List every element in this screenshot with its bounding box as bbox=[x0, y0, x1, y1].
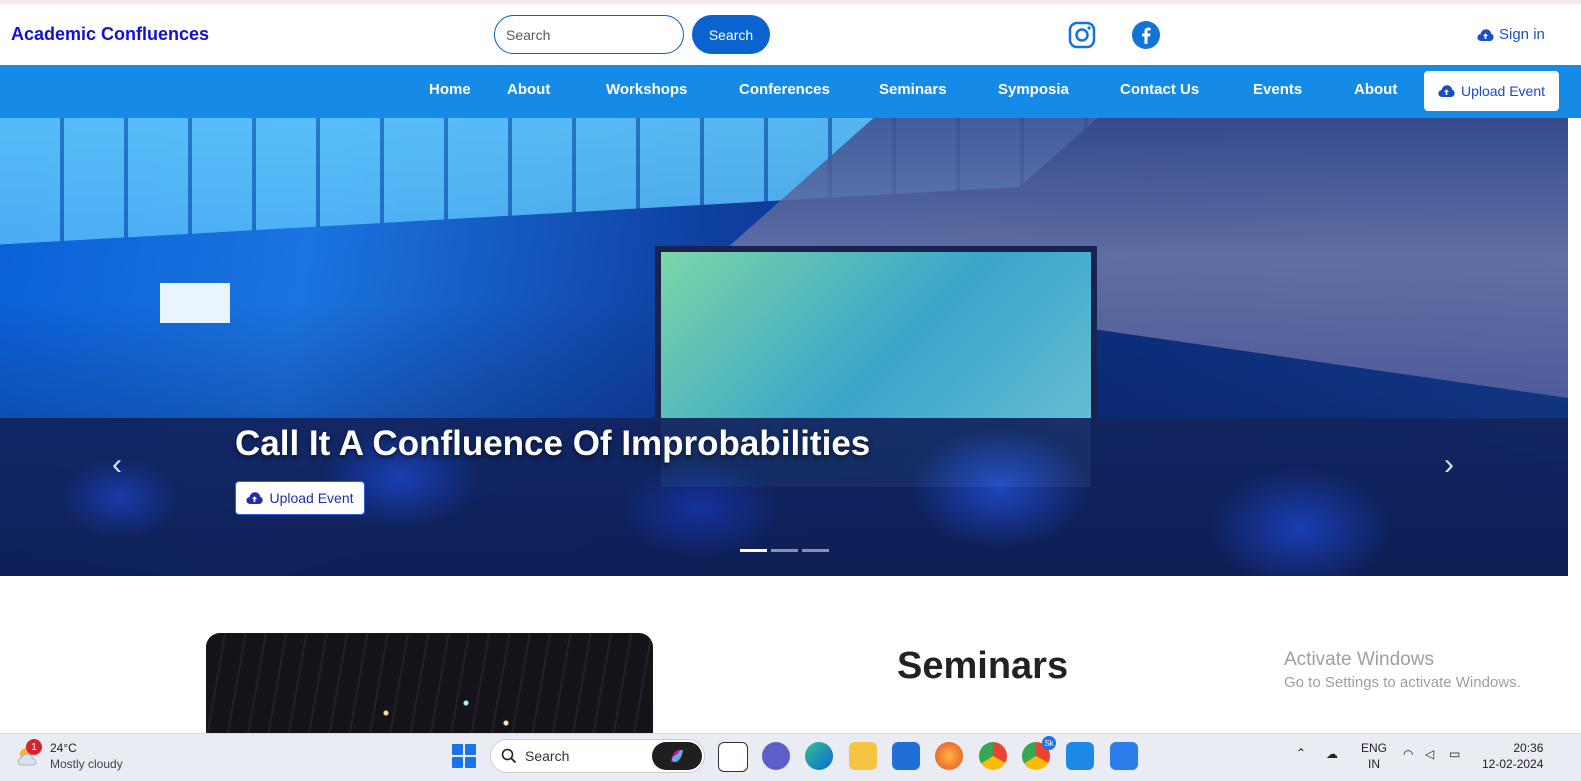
weather-desc: Mostly cloudy bbox=[50, 757, 123, 771]
weather-badge: 1 bbox=[26, 739, 42, 755]
cloud-upload-icon bbox=[1438, 85, 1455, 97]
store-icon[interactable] bbox=[892, 742, 920, 770]
weather-widget[interactable]: 1 24°C Mostly cloudy bbox=[16, 739, 123, 772]
firefox-icon[interactable] bbox=[935, 742, 963, 770]
nav-conferences[interactable]: Conferences bbox=[739, 81, 830, 98]
weather-temp: 24°C bbox=[50, 741, 77, 755]
sign-in-link[interactable]: Sign in bbox=[1477, 26, 1545, 43]
vscode-icon[interactable] bbox=[1066, 742, 1094, 770]
nav-workshops[interactable]: Workshops bbox=[606, 81, 687, 98]
instagram-icon[interactable] bbox=[1067, 20, 1097, 50]
nav-about[interactable]: About bbox=[507, 81, 550, 98]
nav-about-2[interactable]: About bbox=[1354, 81, 1397, 98]
region-code: IN bbox=[1368, 757, 1380, 771]
chrome-profile-icon[interactable]: Sk bbox=[1022, 736, 1056, 770]
start-button[interactable] bbox=[452, 744, 476, 768]
system-clock[interactable]: 20:36 12-02-2024 bbox=[1482, 740, 1543, 772]
carousel-indicator[interactable] bbox=[802, 549, 829, 552]
nav-events[interactable]: Events bbox=[1253, 81, 1302, 98]
search-button[interactable]: Search bbox=[692, 15, 770, 54]
nav-seminars[interactable]: Seminars bbox=[879, 81, 947, 98]
watermark-line-2: Go to Settings to activate Windows. bbox=[1284, 674, 1521, 691]
nav-upload-event-button[interactable]: Upload Event bbox=[1424, 71, 1559, 111]
watermark-line-1: Activate Windows bbox=[1284, 649, 1434, 670]
language-indicator[interactable]: ENG IN bbox=[1361, 740, 1387, 772]
cloud-upload-icon bbox=[1477, 28, 1494, 41]
wifi-icon[interactable]: ◠ bbox=[1403, 747, 1413, 761]
task-view-icon[interactable] bbox=[718, 742, 748, 772]
activate-windows-watermark: Activate Windows Go to Settings to activ… bbox=[1284, 649, 1521, 691]
nav-symposia[interactable]: Symposia bbox=[998, 81, 1069, 98]
edge-icon[interactable] bbox=[805, 742, 833, 770]
section-title: Seminars bbox=[897, 645, 1069, 687]
battery-icon[interactable]: ▭ bbox=[1449, 747, 1460, 761]
carousel-prev-icon[interactable]: ‹ bbox=[112, 448, 122, 482]
language-code: ENG bbox=[1361, 741, 1388, 755]
cloudy-weather-icon: 1 bbox=[16, 739, 42, 769]
clock-date: 12-02-2024 bbox=[1482, 757, 1544, 771]
chevron-up-icon[interactable]: ⌃ bbox=[1296, 746, 1306, 760]
carousel-next-icon[interactable]: › bbox=[1444, 448, 1454, 482]
hero-upload-event-label: Upload Event bbox=[269, 490, 354, 506]
hero-upload-event-button[interactable]: Upload Event bbox=[235, 481, 365, 515]
photos-icon[interactable] bbox=[1110, 742, 1138, 770]
nav-upload-event-label: Upload Event bbox=[1460, 83, 1546, 99]
search-input[interactable] bbox=[494, 15, 684, 54]
carousel-indicator[interactable] bbox=[740, 549, 767, 552]
main-navbar: Home About Workshops Conferences Seminar… bbox=[0, 65, 1581, 118]
file-explorer-icon[interactable] bbox=[849, 742, 877, 770]
nav-contact-us[interactable]: Contact Us bbox=[1120, 81, 1199, 98]
carousel-indicators bbox=[740, 549, 829, 552]
brand-logo[interactable]: Academic Confluences bbox=[11, 24, 209, 45]
taskbar-search[interactable]: Search bbox=[490, 739, 705, 773]
nav-home[interactable]: Home bbox=[429, 81, 471, 98]
clock-time: 20:36 bbox=[1513, 741, 1544, 755]
chrome-icon[interactable] bbox=[979, 742, 1007, 770]
copilot-icon[interactable] bbox=[652, 742, 702, 770]
search-icon bbox=[501, 748, 517, 764]
taskbar-search-label: Search bbox=[525, 748, 570, 764]
teams-icon[interactable] bbox=[762, 742, 790, 770]
volume-icon[interactable]: ◁ bbox=[1425, 747, 1434, 761]
onedrive-icon[interactable]: ☁ bbox=[1326, 747, 1338, 761]
facebook-icon[interactable] bbox=[1131, 20, 1161, 50]
windows-taskbar: 1 24°C Mostly cloudy Search Sk ⌃ ☁ ENG I… bbox=[0, 733, 1581, 781]
chrome-profile-badge: Sk bbox=[1042, 736, 1056, 750]
site-header: Academic Confluences Search Sign in bbox=[0, 4, 1581, 65]
hero-photo-small-screen bbox=[160, 283, 230, 323]
cloud-upload-icon bbox=[246, 492, 264, 504]
carousel-indicator[interactable] bbox=[771, 549, 798, 552]
hero-title: Call It A Confluence Of Improbabilities bbox=[235, 424, 871, 463]
seminar-card-image bbox=[206, 633, 653, 733]
sign-in-label: Sign in bbox=[1499, 26, 1545, 43]
